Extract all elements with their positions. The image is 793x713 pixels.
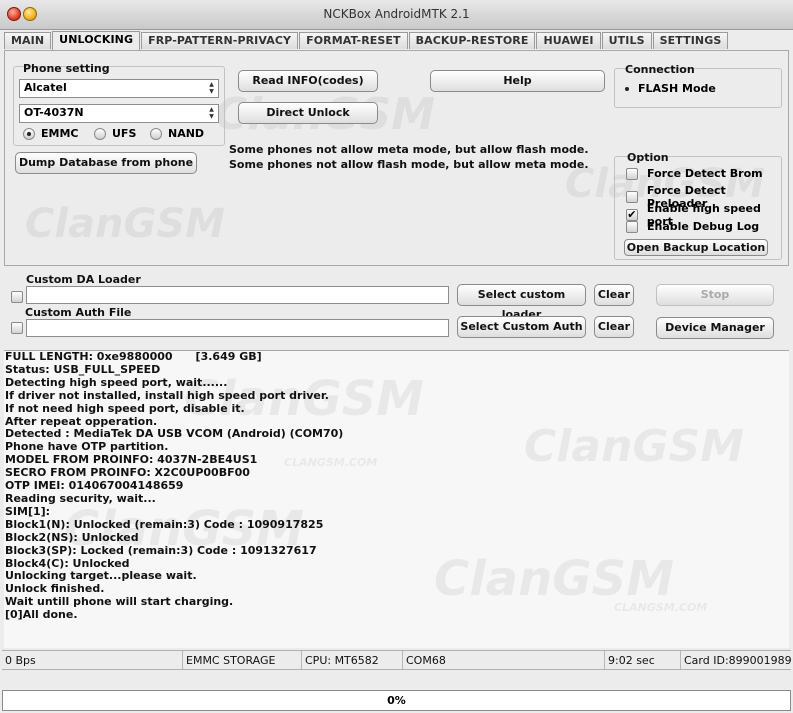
dump-database-button[interactable]: Dump Database from phone: [15, 152, 197, 174]
select-custom-auth-button[interactable]: Select Custom Auth: [457, 316, 586, 338]
unlocking-panel: ClanGSM ClanGSM ClanGSM Phone setting Al…: [4, 50, 789, 266]
status-time: 9:02 sec: [605, 651, 681, 669]
log-line: Detecting high speed port, wait......: [5, 375, 228, 389]
read-info-button[interactable]: Read INFO(codes): [238, 70, 378, 92]
debug-log-checkbox[interactable]: Enable Debug Log: [626, 220, 759, 233]
log-line: If not need high speed port, disable it.: [5, 401, 245, 415]
model-value: OT-4037N: [24, 106, 84, 119]
help-button[interactable]: Help: [430, 70, 605, 92]
debug-log-label: Enable Debug Log: [647, 220, 760, 233]
note-meta-mode: Some phones not allow meta mode, but all…: [229, 143, 589, 156]
force-detect-brom-label: Force Detect Brom: [647, 167, 763, 180]
tab-backup-restore[interactable]: BACKUP-RESTORE: [408, 32, 536, 49]
checkbox-icon: [626, 167, 638, 180]
log-line: SIM[1]:: [5, 504, 51, 518]
storage-nand-radio[interactable]: NAND: [150, 127, 204, 140]
radio-icon: [94, 127, 106, 140]
tab-main[interactable]: MAIN: [4, 32, 52, 49]
radio-selected-icon: [23, 127, 35, 140]
storage-emmc-label: EMMC: [41, 127, 79, 140]
tab-frp-pattern-privacy[interactable]: FRP-PATTERN-PRIVACY: [141, 32, 299, 49]
status-speed: 0 Bps: [2, 651, 183, 669]
log-line: Block3(SP): Locked (remain:3) Code : 109…: [5, 543, 317, 557]
storage-nand-label: NAND: [168, 127, 205, 140]
log-line: Reading security, wait...: [5, 491, 156, 505]
custom-da-path-field[interactable]: [26, 286, 449, 304]
force-detect-brom-checkbox[interactable]: Force Detect Brom: [626, 167, 763, 180]
radio-selected-icon: [622, 84, 632, 94]
log-line: If driver not installed, install high sp…: [5, 388, 329, 402]
status-bar: 0 Bps EMMC STORAGE CPU: MT6582 COM68 9:0…: [2, 650, 792, 670]
radio-icon: [150, 127, 162, 140]
select-custom-loader-button[interactable]: Select custom loader: [457, 284, 586, 321]
checkbox-icon: [626, 220, 638, 233]
phone-setting-label: Phone setting: [23, 62, 110, 75]
custom-da-loader-label: Custom DA Loader: [26, 273, 141, 286]
tab-huawei[interactable]: HUAWEI: [536, 32, 601, 49]
log-line: Wait untill phone will start charging.: [5, 595, 234, 609]
progress-label: 0%: [387, 694, 406, 707]
clear-da-button[interactable]: Clear: [594, 284, 634, 306]
log-line: Block1(N): Unlocked (remain:3) Code : 10…: [5, 517, 324, 531]
log-line: [0]All done.: [5, 608, 78, 622]
note-flash-mode: Some phones not allow flash mode, but al…: [229, 158, 589, 171]
tab-format-reset[interactable]: FORMAT-RESET: [299, 32, 408, 49]
watermark: ClanGSM: [25, 201, 225, 247]
storage-emmc-radio[interactable]: EMMC: [23, 127, 78, 140]
brand-select[interactable]: Alcatel ▲ ▼: [19, 79, 219, 98]
tab-unlocking[interactable]: UNLOCKING: [52, 31, 141, 50]
custom-auth-label: Custom Auth File: [25, 306, 132, 319]
flash-mode-label: FLASH Mode: [638, 82, 716, 95]
open-backup-location-button[interactable]: Open Backup Location: [624, 239, 768, 256]
log-output[interactable]: ClanGSM ClanGSM ClanGSM ClanGSM CLANGSM.…: [4, 350, 789, 648]
storage-ufs-radio[interactable]: UFS: [94, 127, 136, 140]
storage-ufs-label: UFS: [112, 127, 137, 140]
brand-value: Alcatel: [24, 81, 67, 94]
chevron-updown-icon: ▲ ▼: [209, 81, 214, 95]
log-line: Block2(NS): Unlocked: [5, 530, 139, 544]
model-select[interactable]: OT-4037N ▲ ▼: [19, 104, 219, 123]
stop-button[interactable]: Stop: [656, 284, 774, 306]
clear-auth-button[interactable]: Clear: [594, 316, 634, 338]
option-label: Option: [627, 151, 669, 164]
status-storage: EMMC STORAGE: [183, 651, 302, 669]
custom-auth-path-field[interactable]: [26, 319, 449, 337]
connection-label: Connection: [625, 63, 695, 76]
progress-bar: 0%: [2, 690, 791, 711]
tab-bar: MAIN UNLOCKING FRP-PATTERN-PRIVACY FORMA…: [4, 31, 729, 50]
status-card-id: Card ID:899001989: [684, 654, 792, 667]
tab-settings[interactable]: SETTINGS: [652, 32, 729, 49]
status-port: COM68: [403, 651, 605, 669]
status-cpu: CPU: MT6582: [302, 651, 403, 669]
log-line: FULL LENGTH: 0xe9880000 [3.649 GB]: [5, 350, 262, 363]
direct-unlock-button[interactable]: Direct Unlock: [238, 102, 378, 124]
custom-da-checkbox[interactable]: [11, 291, 23, 303]
flash-mode-radio[interactable]: FLASH Mode: [622, 82, 716, 95]
log-line: Unlocking target...please wait.: [5, 569, 197, 583]
device-manager-button[interactable]: Device Manager: [656, 317, 774, 339]
chevron-updown-icon: ▲ ▼: [209, 106, 214, 120]
title-bar: NCKBox AndroidMTK 2.1: [0, 0, 793, 30]
log-lines: FULL LENGTH: 0xe9880000 [3.649 GB] Status…: [4, 351, 789, 622]
window-title: NCKBox AndroidMTK 2.1: [323, 7, 470, 21]
log-line: Status: USB_FULL_SPEED: [5, 362, 161, 376]
tab-utils[interactable]: UTILS: [601, 32, 652, 49]
custom-auth-checkbox[interactable]: [11, 322, 23, 334]
